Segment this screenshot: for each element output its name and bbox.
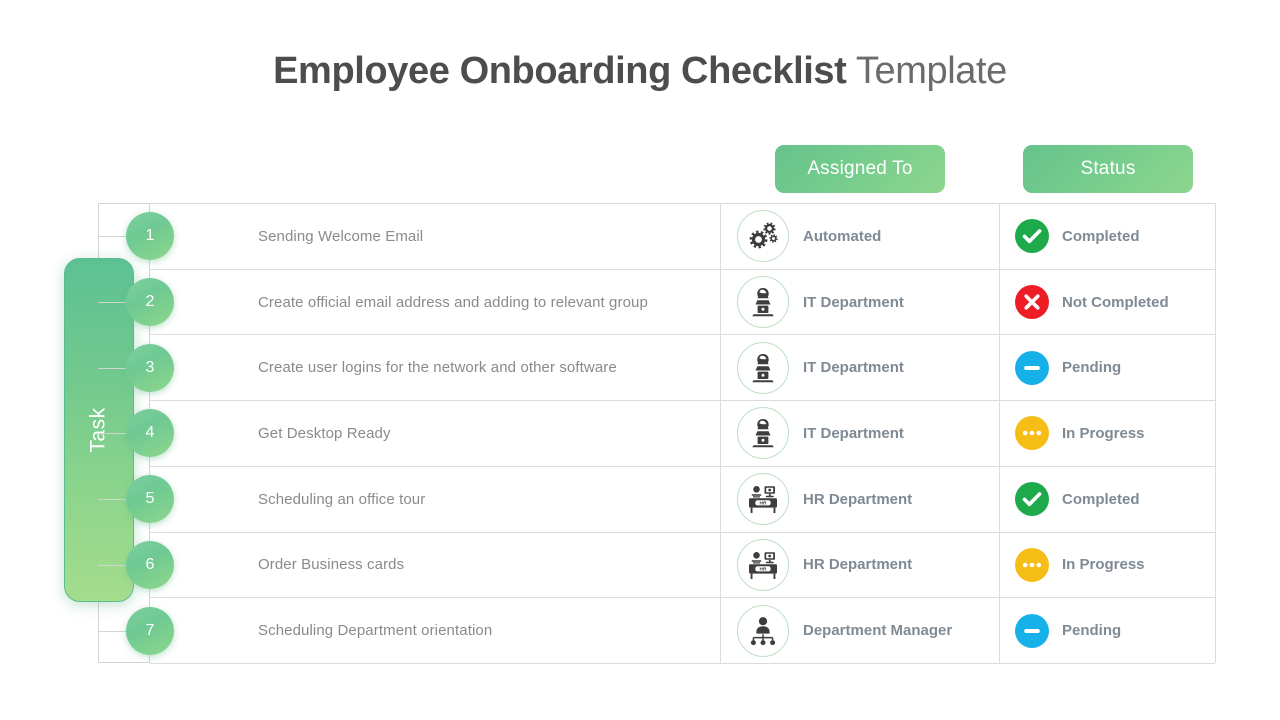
page-title-strong: Employee Onboarding Checklist	[273, 50, 847, 92]
org-chart-icon	[737, 604, 789, 657]
task-cell: 6 Order Business cards	[126, 532, 721, 598]
hr-desk-icon: HR	[737, 538, 789, 591]
table-row[interactable]: 4 Get Desktop Ready IT Department In Progre…	[98, 401, 1215, 467]
status-badge-label: Completed	[1062, 227, 1140, 245]
svg-text:HR: HR	[760, 566, 767, 572]
assigned-to-cell: IT Department	[721, 401, 1000, 466]
gears-icon	[737, 210, 789, 263]
column-header-assigned-to[interactable]: Assigned To	[775, 145, 945, 193]
row-number-badge: 2	[126, 278, 174, 327]
row-number-badge: 3	[126, 343, 174, 392]
slide-canvas: Employee Onboarding Checklist Template A…	[0, 0, 1280, 720]
row-number-label: 5	[145, 490, 155, 508]
task-cell: 3 Create user logins for the network and …	[126, 335, 721, 401]
person-at-laptop-icon	[737, 276, 789, 329]
status-badge-label: Pending	[1062, 359, 1122, 377]
task-axis-label: Task	[87, 407, 110, 453]
table-row[interactable]: 3 Create user logins for the network and …	[98, 335, 1215, 402]
status-cell: In Progress	[1000, 533, 1215, 598]
status-badge-label: In Progress	[1062, 424, 1145, 442]
status-cell: In Progress	[1000, 401, 1215, 466]
status-cell: Pending	[1000, 598, 1215, 663]
row-number-label: 6	[145, 555, 155, 573]
task-label: Create user logins for the network and o…	[258, 359, 617, 377]
ellipsis-circle-icon	[1015, 547, 1049, 582]
task-cell: 1 Sending Welcome Email	[126, 204, 721, 269]
assigned-to-label: IT Department	[803, 293, 904, 311]
task-cell: 2 Create official email address and addin…	[126, 269, 721, 335]
row-number-label: 4	[145, 424, 155, 442]
row-number-label: 7	[145, 621, 155, 639]
task-label: Scheduling Department orientation	[258, 622, 493, 640]
row-number-badge: 4	[126, 409, 174, 458]
row-number-badge: 7	[126, 606, 174, 655]
row-number-badge: 5	[126, 475, 174, 524]
cross-circle-icon	[1015, 285, 1049, 320]
minus-circle-icon	[1015, 613, 1049, 648]
checklist-table: 1 Sending Welcome Email Automated Completed…	[98, 203, 1216, 664]
minus-circle-icon	[1015, 350, 1049, 385]
task-label: Order Business cards	[258, 556, 405, 574]
assigned-to-label: HR Department	[803, 490, 913, 508]
page-title: Employee Onboarding Checklist Template	[0, 44, 1280, 98]
svg-text:HR: HR	[760, 501, 767, 507]
status-cell: Completed	[1000, 467, 1215, 532]
table-row[interactable]: 6 Order Business cards HR HR Department In P…	[98, 532, 1215, 599]
table-row[interactable]: 5 Scheduling an office tour HR HR Departmen…	[98, 466, 1215, 533]
assigned-to-cell: HR HR Department	[721, 466, 1000, 532]
status-badge-label: Pending	[1062, 622, 1122, 640]
column-header-assigned-to-label: Assigned To	[807, 158, 913, 179]
status-badge-label: Not Completed	[1062, 293, 1169, 311]
row-number-badge: 6	[126, 540, 174, 589]
row-number-label: 1	[145, 227, 155, 245]
assigned-to-label: Department Manager	[803, 622, 953, 640]
assigned-to-cell: HR HR Department	[721, 532, 1000, 598]
assigned-to-label: HR Department	[803, 556, 913, 574]
task-label: Get Desktop Ready	[258, 424, 391, 442]
assigned-to-cell: IT Department	[721, 335, 1000, 401]
status-cell: Pending	[1000, 335, 1215, 400]
task-cell: 4 Get Desktop Ready	[126, 401, 721, 466]
row-number-badge: 1	[126, 212, 174, 261]
assigned-to-cell: Automated	[721, 204, 1000, 269]
table-row[interactable]: 7 Scheduling Department orientation Depart…	[98, 598, 1215, 664]
check-circle-icon	[1015, 219, 1049, 254]
assigned-to-label: Automated	[803, 227, 882, 245]
status-cell: Completed	[1000, 204, 1215, 269]
task-label: Sending Welcome Email	[258, 227, 424, 245]
status-badge-label: Completed	[1062, 490, 1140, 508]
person-at-laptop-icon	[737, 341, 789, 394]
assigned-to-label: IT Department	[803, 359, 904, 377]
person-at-laptop-icon	[737, 407, 789, 460]
table-row[interactable]: 1 Sending Welcome Email Automated Completed	[98, 204, 1215, 270]
assigned-to-cell: IT Department	[721, 269, 1000, 335]
task-label: Scheduling an office tour	[258, 490, 426, 508]
task-cell: 7 Scheduling Department orientation	[126, 598, 721, 663]
status-cell: Not Completed	[1000, 270, 1215, 335]
assigned-to-label: IT Department	[803, 424, 904, 442]
status-badge-label: In Progress	[1062, 556, 1145, 574]
row-number-label: 3	[145, 358, 155, 376]
page-title-light: Template	[846, 50, 1007, 92]
hr-desk-icon: HR	[737, 473, 789, 526]
column-header-status[interactable]: Status	[1023, 145, 1193, 193]
column-header-status-label: Status	[1080, 158, 1136, 179]
assigned-to-cell: Department Manager	[721, 598, 1000, 663]
table-row[interactable]: 2 Create official email address and addin…	[98, 269, 1215, 336]
row-number-label: 2	[145, 293, 155, 311]
task-cell: 5 Scheduling an office tour	[126, 466, 721, 532]
ellipsis-circle-icon	[1015, 416, 1049, 451]
task-axis-pill[interactable]: Task	[64, 258, 134, 602]
check-circle-icon	[1015, 482, 1049, 517]
task-label: Create official email address and adding…	[258, 293, 648, 311]
